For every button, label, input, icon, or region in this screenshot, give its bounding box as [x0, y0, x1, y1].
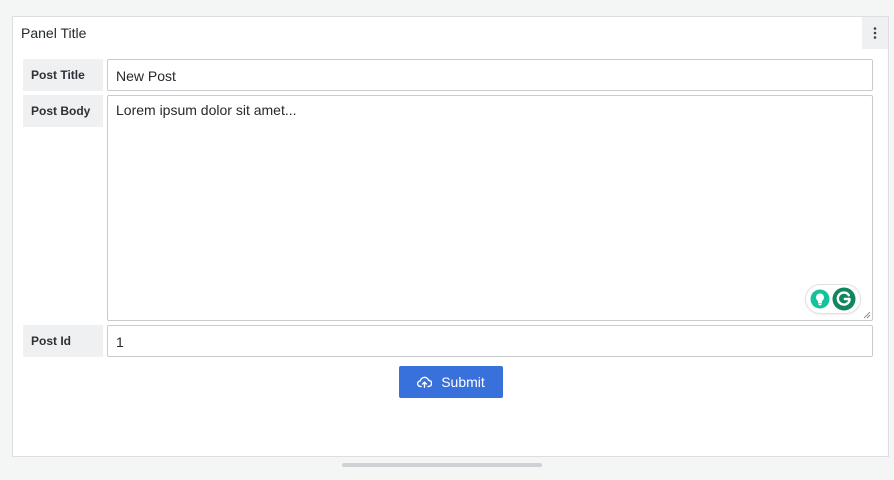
submit-button[interactable]: Submit — [399, 366, 503, 398]
cloud-upload-icon — [417, 376, 433, 388]
form-row-post-body: Post Body Lorem ipsum dolor sit amet... — [23, 95, 873, 321]
post-id-label: Post Id — [23, 325, 103, 357]
post-title-input[interactable]: New Post — [107, 59, 873, 91]
resize-handle-icon[interactable] — [863, 311, 871, 319]
panel: Panel Title Post Title New Post Post Bod… — [12, 16, 889, 457]
lightbulb-icon[interactable] — [810, 289, 830, 309]
post-body-label: Post Body — [23, 95, 103, 127]
horizontal-scrollbar[interactable] — [342, 463, 542, 467]
panel-header: Panel Title — [13, 17, 888, 49]
grammarly-widget[interactable] — [806, 285, 860, 313]
submit-label: Submit — [441, 374, 485, 390]
vertical-ellipsis-icon — [873, 27, 877, 39]
post-body-text: Lorem ipsum dolor sit amet... — [116, 102, 297, 118]
panel-title: Panel Title — [21, 25, 87, 41]
form-row-post-title: Post Title New Post — [23, 59, 873, 91]
post-title-label: Post Title — [23, 59, 103, 91]
post-id-input[interactable]: 1 — [107, 325, 873, 357]
grammarly-logo-icon[interactable] — [832, 287, 856, 311]
form-row-post-id: Post Id 1 — [23, 325, 873, 357]
post-body-textarea[interactable]: Lorem ipsum dolor sit amet... — [107, 95, 873, 321]
panel-menu-button[interactable] — [862, 17, 888, 49]
